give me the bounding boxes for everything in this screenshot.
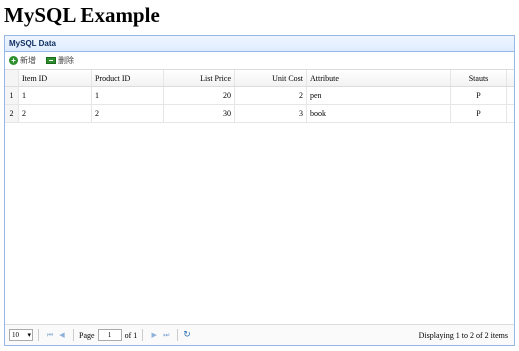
- row-number-header: [5, 70, 19, 86]
- column-header-status[interactable]: Stauts: [451, 70, 507, 86]
- panel-title: MySQL Data: [5, 36, 514, 52]
- chevron-down-icon: ▾: [27, 331, 31, 339]
- cell-product-id: 1: [92, 87, 164, 104]
- page-size-select[interactable]: 10 ▾: [9, 329, 33, 341]
- cell-attribute: book: [307, 105, 451, 122]
- row-filler: [507, 105, 514, 122]
- column-header-list-price[interactable]: List Price: [164, 70, 235, 86]
- add-icon: +: [9, 56, 18, 65]
- cell-unit-cost: 2: [235, 87, 307, 104]
- page-number-input[interactable]: 1: [97, 329, 122, 341]
- first-page-icon[interactable]: ⏮: [44, 331, 56, 340]
- row-number: 2: [5, 105, 19, 122]
- data-grid: Item ID Product ID List Price Unit Cost …: [5, 70, 514, 123]
- refresh-icon[interactable]: ↻: [183, 330, 191, 340]
- cell-unit-cost: 3: [235, 105, 307, 122]
- divider: [38, 329, 39, 341]
- cell-product-id: 2: [92, 105, 164, 122]
- table-row[interactable]: 1 1 1 20 2 pen P: [5, 87, 514, 105]
- column-header-attribute[interactable]: Attribute: [307, 70, 451, 86]
- last-page-icon[interactable]: ⏭: [160, 331, 172, 340]
- next-page-icon[interactable]: ▶: [148, 331, 160, 339]
- prev-page-icon[interactable]: ◀: [56, 331, 68, 339]
- add-button[interactable]: + 新增: [9, 55, 36, 66]
- header-filler: [507, 70, 514, 86]
- column-header-product-id[interactable]: Product ID: [92, 70, 164, 86]
- divider: [177, 329, 179, 341]
- datagrid-panel: MySQL Data + 新增 删除 Item ID Product ID Li…: [4, 35, 515, 346]
- cell-list-price: 20: [164, 87, 235, 104]
- delete-icon: [46, 57, 56, 64]
- divider: [142, 329, 144, 341]
- column-header-item-id[interactable]: Item ID: [19, 70, 92, 86]
- cell-attribute: pen: [307, 87, 451, 104]
- row-number: 1: [5, 87, 19, 104]
- divider: [73, 329, 74, 341]
- page-count-label: of 1: [124, 330, 138, 340]
- add-label: 新增: [20, 56, 36, 65]
- cell-item-id: 2: [19, 105, 92, 122]
- page-title: MySQL Example: [4, 3, 160, 27]
- cell-status: P: [451, 87, 507, 104]
- cell-item-id: 1: [19, 87, 92, 104]
- page-label: Page: [79, 330, 95, 340]
- grid-header: Item ID Product ID List Price Unit Cost …: [5, 70, 514, 87]
- page-size-value: 10: [12, 331, 19, 339]
- table-row[interactable]: 2 2 2 30 3 book P: [5, 105, 514, 123]
- delete-label: 删除: [58, 56, 74, 65]
- delete-button[interactable]: 删除: [46, 55, 74, 66]
- pagination-bar: 10 ▾ ⏮ ◀ Page 1 of 1 ▶ ⏭ ↻ Displaying 1 …: [5, 324, 514, 345]
- column-header-unit-cost[interactable]: Unit Cost: [235, 70, 307, 86]
- row-filler: [507, 87, 514, 104]
- cell-status: P: [451, 105, 507, 122]
- display-info: Displaying 1 to 2 of 2 items: [418, 331, 508, 340]
- cell-list-price: 30: [164, 105, 235, 122]
- toolbar: + 新增 删除: [5, 52, 514, 70]
